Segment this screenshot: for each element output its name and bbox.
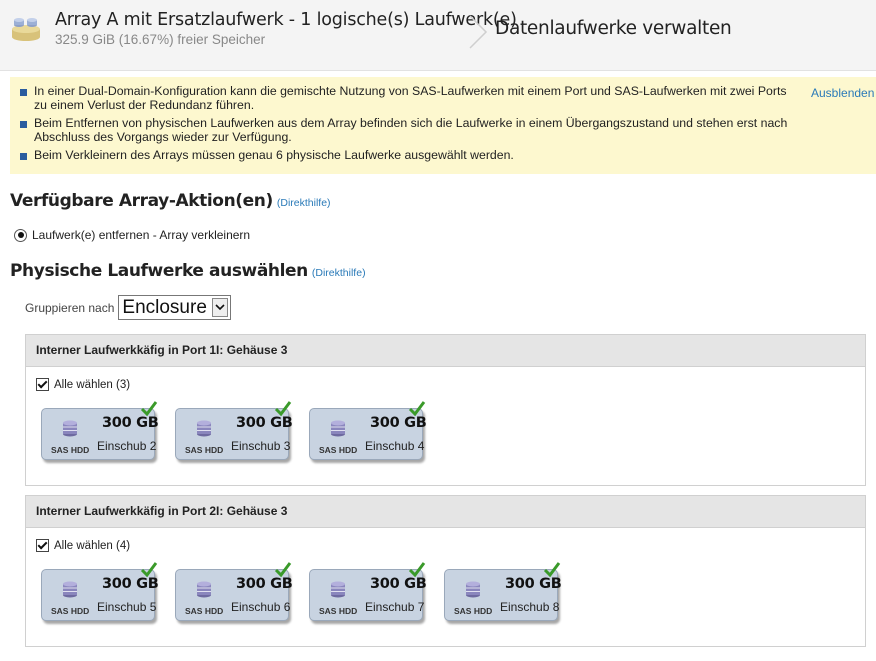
drive-tile[interactable]: SAS HDD 300 GB Einschub 7 (309, 562, 427, 621)
drive-type: SAS HDD (185, 445, 224, 455)
drive-capacity: 300 GB (370, 576, 427, 592)
remove-drives-option[interactable]: Laufwerk(e) entfernen - Array verkleiner… (14, 228, 250, 242)
drive-bay: Einschub 4 (365, 439, 425, 453)
drives-heading: Physische Laufwerke auswählen (Direkthilf… (10, 261, 366, 281)
disk-stack-icon (331, 420, 345, 437)
select-all-label: Alle wählen (4) (54, 539, 131, 552)
group-by-row: Gruppieren nach Enclosure (25, 295, 232, 320)
info-box: In einer Dual-Domain-Konfiguration kann … (10, 77, 876, 174)
disk-stack-icon (331, 581, 345, 598)
drive-capacity: 300 GB (102, 576, 159, 592)
checkmark-icon (274, 562, 292, 577)
info-item: In einer Dual-Domain-Konfiguration kann … (20, 84, 790, 112)
enclosure-panel: Interner Laufwerkkäfig in Port 1I: Gehäu… (25, 334, 866, 486)
disk-stack-icon (466, 581, 480, 598)
drive-type: SAS HDD (319, 445, 358, 455)
enclosure-title: Interner Laufwerkkäfig in Port 2I: Gehäu… (26, 496, 865, 528)
enclosure-panel: Interner Laufwerkkäfig in Port 2I: Gehäu… (25, 495, 866, 647)
info-text: In einer Dual-Domain-Konfiguration kann … (34, 84, 787, 112)
drive-type: SAS HDD (51, 445, 90, 455)
info-item: Beim Entfernen von physischen Laufwerken… (20, 116, 790, 144)
group-by-select[interactable]: Enclosure (118, 295, 232, 320)
select-all-label: Alle wählen (3) (54, 378, 131, 391)
enclosure-title: Interner Laufwerkkäfig in Port 1I: Gehäu… (26, 335, 865, 367)
array-icon (12, 18, 40, 41)
select-all-checkbox[interactable]: Alle wählen (4) (36, 539, 130, 552)
drive-type: SAS HDD (454, 606, 493, 616)
actions-heading: Verfügbare Array-Aktion(en) (Direkthilfe) (10, 191, 331, 211)
checkbox[interactable] (36, 378, 49, 391)
drive-tile[interactable]: SAS HDD 300 GB Einschub 6 (175, 562, 293, 621)
drives-heading-text: Physische Laufwerke auswählen (10, 261, 308, 281)
drive-tile[interactable]: SAS HDD 300 GB Einschub 5 (41, 562, 159, 621)
bullet-icon (20, 89, 27, 96)
drive-bay: Einschub 8 (500, 600, 560, 614)
checkmark-icon (140, 401, 158, 416)
drive-bay: Einschub 6 (231, 600, 291, 614)
info-item: Beim Verkleinern des Arrays müssen genau… (20, 148, 790, 163)
chevron-down-icon[interactable] (212, 298, 229, 317)
checkmark-icon (543, 562, 561, 577)
drive-type: SAS HDD (185, 606, 224, 616)
disk-stack-icon (197, 581, 211, 598)
info-text: Beim Entfernen von physischen Laufwerken… (34, 116, 788, 144)
array-title: Array A mit Ersatzlaufwerk - 1 logische(… (55, 10, 517, 30)
info-list: In einer Dual-Domain-Konfiguration kann … (20, 84, 790, 168)
drives-help-link[interactable]: (Direkthilfe) (312, 267, 366, 279)
drive-tile[interactable]: SAS HDD 300 GB Einschub 4 (309, 401, 427, 460)
drive-bay: Einschub 7 (365, 600, 425, 614)
drive-capacity: 300 GB (236, 576, 293, 592)
chevron-right-icon (469, 15, 488, 49)
info-text: Beim Verkleinern des Arrays müssen genau… (34, 148, 514, 162)
drive-capacity: 300 GB (102, 415, 159, 431)
group-by-label: Gruppieren nach (25, 300, 115, 315)
drive-capacity: 300 GB (236, 415, 293, 431)
drive-tile[interactable]: SAS HDD 300 GB Einschub 3 (175, 401, 293, 460)
option-label: Laufwerk(e) entfernen - Array verkleiner… (32, 228, 251, 242)
actions-heading-text: Verfügbare Array-Aktion(en) (10, 191, 273, 211)
hide-link[interactable]: Ausblenden (811, 86, 874, 100)
drive-capacity: 300 GB (505, 576, 562, 592)
drive-type: SAS HDD (319, 606, 358, 616)
radio-button[interactable] (14, 228, 27, 242)
checkmark-icon (140, 562, 158, 577)
checkmark-icon (274, 401, 292, 416)
page-title: Datenlaufwerke verwalten (495, 18, 732, 39)
disk-stack-icon (63, 581, 77, 598)
drive-type: SAS HDD (51, 606, 90, 616)
disk-stack-icon (63, 420, 77, 437)
drive-capacity: 300 GB (370, 415, 427, 431)
drive-tile[interactable]: SAS HDD 300 GB Einschub 2 (41, 401, 159, 460)
bullet-icon (20, 121, 27, 128)
disk-stack-icon (197, 420, 211, 437)
drive-bay: Einschub 5 (97, 600, 157, 614)
actions-help-link[interactable]: (Direkthilfe) (277, 197, 331, 209)
bullet-icon (20, 153, 27, 160)
drive-bay: Einschub 3 (231, 439, 291, 453)
group-by-value: Enclosure (122, 296, 207, 318)
drive-bay: Einschub 2 (97, 439, 157, 453)
free-space-subtitle: 325.9 GiB (16.67%) freier Speicher (55, 32, 266, 47)
checkmark-icon (408, 562, 426, 577)
page-header: Array A mit Ersatzlaufwerk - 1 logische(… (0, 0, 876, 71)
select-all-checkbox[interactable]: Alle wählen (3) (36, 378, 130, 391)
drive-tile[interactable]: SAS HDD 300 GB Einschub 8 (444, 562, 562, 621)
checkbox[interactable] (36, 539, 49, 552)
checkmark-icon (408, 401, 426, 416)
